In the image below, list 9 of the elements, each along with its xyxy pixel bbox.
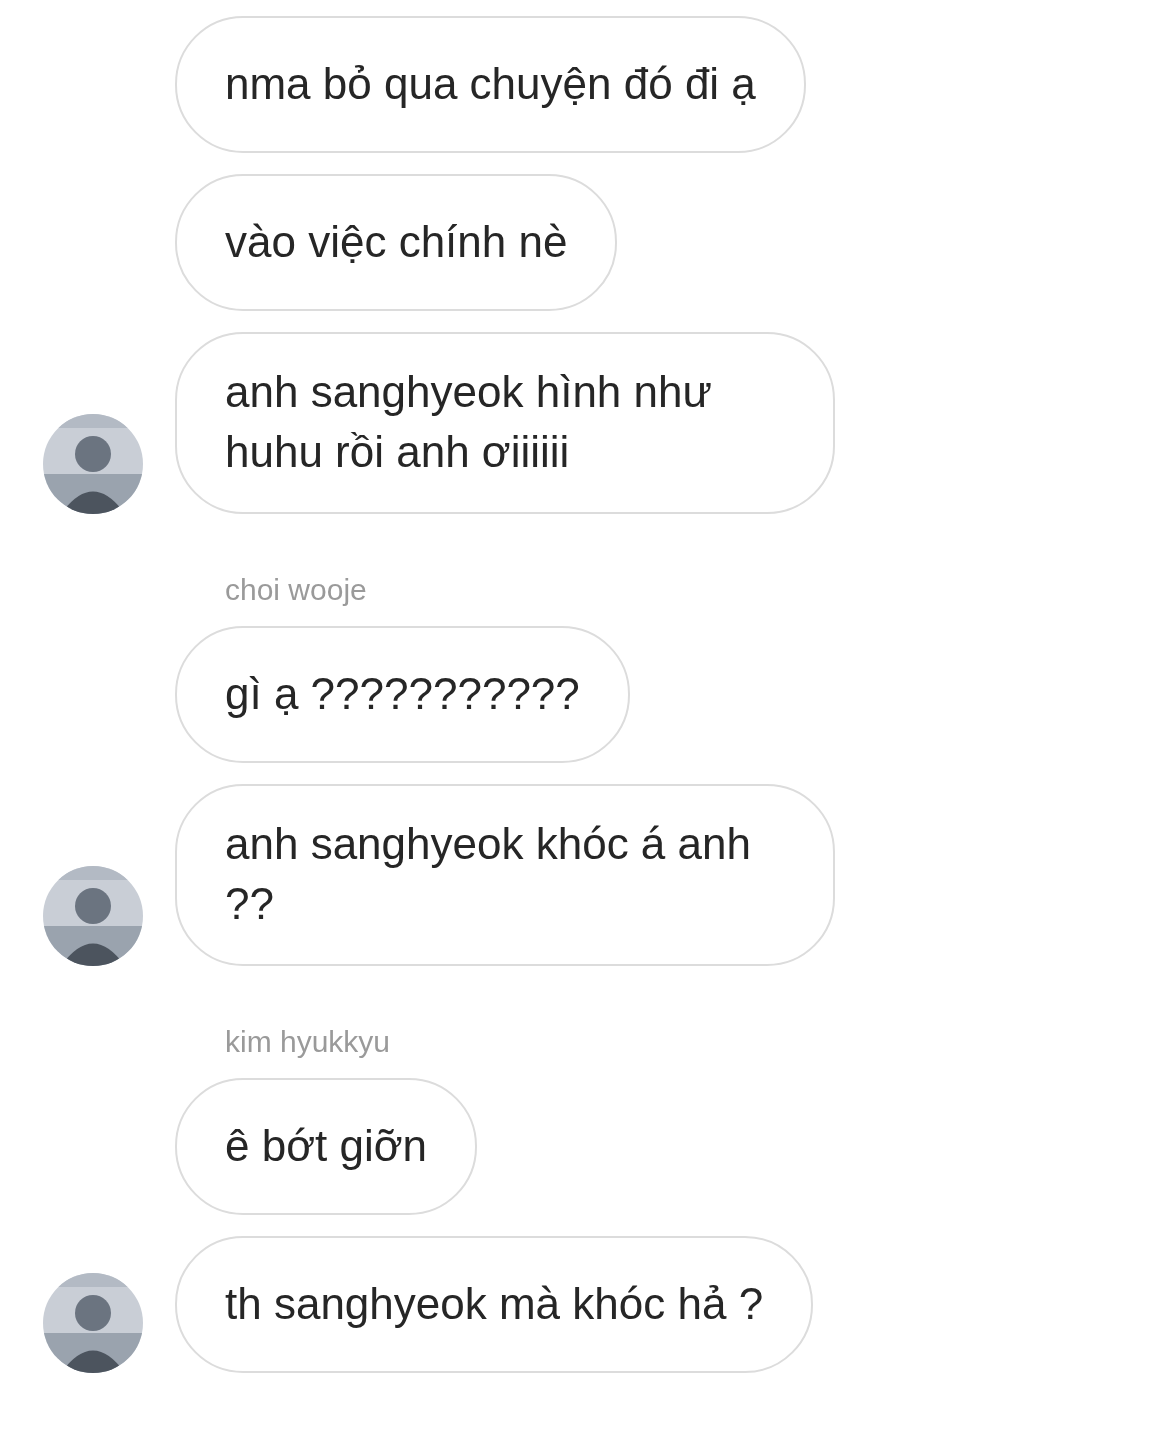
message-bubble: anh sanghyeok hình như huhu rồi anh ơiiiiii — [175, 332, 835, 514]
message-bubble: vào việc chính nè — [175, 174, 618, 311]
message-bubble: ê bớt giỡn — [175, 1078, 478, 1215]
message-bubble: nma bỏ qua chuyện đó đi ạ — [175, 16, 806, 153]
sender-name: kim hyukkyu — [225, 1024, 391, 1060]
sender-name: choi wooje — [225, 572, 367, 608]
message-bubble: th sanghyeok mà khóc hả ? — [175, 1236, 814, 1373]
message-bubble: anh sanghyeok khóc á anh ?? — [175, 784, 835, 966]
message-bubble: gì ạ ??????????? — [175, 626, 630, 763]
